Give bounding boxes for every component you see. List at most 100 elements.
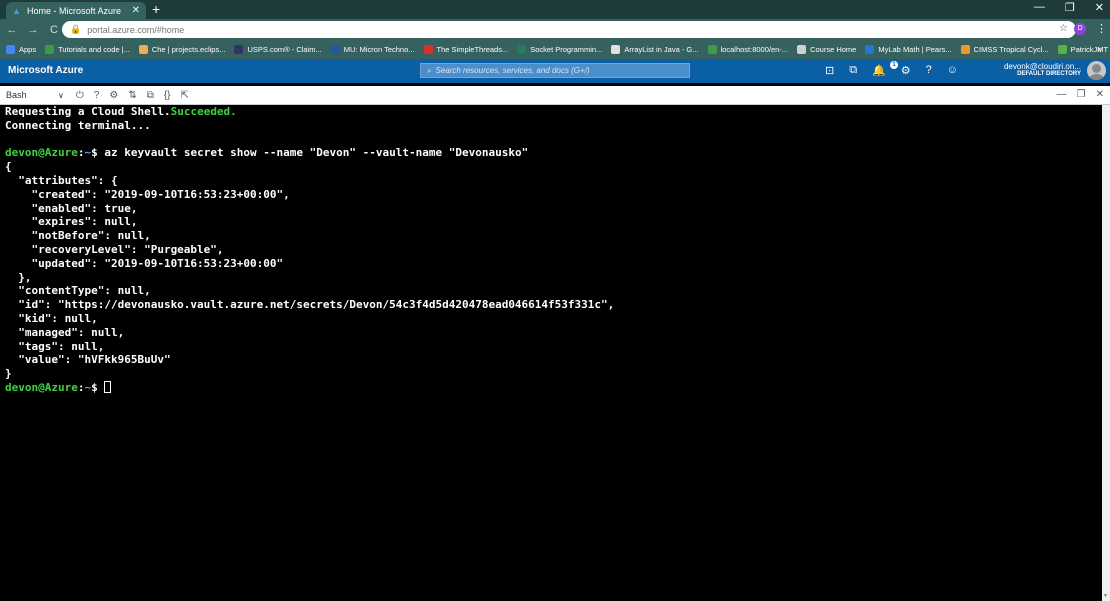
bookmark-item[interactable]: CIMSS Tropical Cycl... (960, 45, 1049, 54)
cloud-shell-icon[interactable]: ⊡ (825, 64, 834, 77)
user-avatar[interactable] (1087, 61, 1106, 80)
bookmark-favicon-icon (138, 45, 148, 54)
more-bookmarks-icon[interactable]: » (1097, 44, 1102, 54)
terminal-text: "notBefore": null, (5, 229, 151, 243)
bookmark-favicon-icon (330, 45, 340, 54)
settings-icon[interactable]: ⚙ (109, 90, 118, 101)
account-info[interactable]: devonk@cloudiri.on... DEFAULT DIRECTORY (975, 62, 1081, 77)
terminal-line: devon@Azure:~$ az keyvault secret show -… (5, 146, 1097, 160)
chevron-down-icon[interactable]: ∨ (58, 91, 64, 100)
editor-braces-icon[interactable]: {} (164, 90, 171, 101)
terminal-text: "expires": null, (5, 215, 138, 229)
bookmark-item[interactable]: Che | projects.eclips... (138, 45, 226, 54)
terminal-text: "managed": null, (5, 325, 125, 339)
bookmark-label: Apps (19, 45, 37, 54)
terminal-text: "recoveryLevel": "Purgeable", (5, 242, 224, 256)
reload-icon[interactable]: C (45, 24, 63, 36)
terminal-text: "attributes": { (5, 173, 118, 187)
bookmark-label: PatrickJMT (1070, 45, 1109, 54)
directory-filter-icon[interactable]: ⧉ (849, 64, 857, 77)
bookmark-star-icon[interactable]: ☆ (1059, 23, 1068, 34)
notifications-icon[interactable]: 🔔 (872, 64, 886, 77)
minimize-icon[interactable]: — (1057, 89, 1067, 100)
terminal-text: }, (5, 270, 32, 284)
terminal-text: devon@Azure (5, 146, 78, 160)
azure-brand[interactable]: Microsoft Azure (8, 65, 83, 76)
bookmark-label: MyLab Math | Pears... (878, 45, 952, 54)
search-placeholder: Search resources, services, and docs (G+… (435, 66, 590, 75)
help-icon[interactable]: ? (926, 64, 932, 77)
bookmark-item[interactable]: Socket Programmin... (517, 45, 602, 54)
bookmark-item[interactable]: Tutorials and code |... (45, 45, 130, 54)
terminal-text: "created": "2019-09-10T16:53:23+00:00", (5, 187, 290, 201)
restore-icon[interactable]: ❐ (1065, 1, 1075, 14)
bookmark-favicon-icon (1057, 45, 1067, 54)
forward-icon[interactable]: → (24, 24, 42, 36)
terminal-text: { (5, 160, 12, 174)
terminal-text: $ az keyvault secret show --name "Devon"… (91, 146, 529, 160)
azure-header: Microsoft Azure ⌕ Search resources, serv… (0, 59, 1110, 83)
terminal-line: Connecting terminal... (5, 119, 1097, 133)
terminal-line: "managed": null, (5, 326, 1097, 340)
terminal-line: "notBefore": null, (5, 229, 1097, 243)
bookmark-favicon-icon (423, 45, 433, 54)
browser-menu-icon[interactable]: ⋮ (1096, 22, 1107, 35)
terminal-line: "value": "hVFkk965BuUv" (5, 353, 1097, 367)
bookmark-item[interactable]: MU: Micron Techno... (330, 45, 415, 54)
bookmark-item[interactable]: ArrayList in Java - G... (611, 45, 699, 54)
browser-tab-strip: ▲ Home - Microsoft Azure ✕ + — ❐ ✕ (0, 0, 1110, 19)
help-icon[interactable]: ? (94, 90, 100, 101)
bookmark-label: Che | projects.eclips... (151, 45, 226, 54)
terminal-line: }, (5, 271, 1097, 285)
minimize-icon[interactable]: — (1034, 1, 1045, 14)
profile-avatar[interactable]: D (1074, 23, 1086, 35)
terminal-line: "created": "2019-09-10T16:53:23+00:00", (5, 188, 1097, 202)
shell-type-select[interactable]: Bash (6, 90, 46, 100)
azure-search-input[interactable]: ⌕ Search resources, services, and docs (… (420, 63, 690, 78)
bookmark-item[interactable]: USPS.com® - Claim... (234, 45, 322, 54)
maximize-icon[interactable]: ❐ (1077, 89, 1086, 100)
feedback-icon[interactable]: ☺ (947, 64, 958, 77)
bookmark-item[interactable]: The SimpleThreads... (423, 45, 508, 54)
browser-tab[interactable]: ▲ Home - Microsoft Azure ✕ (6, 2, 146, 19)
terminal-line: "attributes": { (5, 174, 1097, 188)
bookmark-favicon-icon (865, 45, 875, 54)
close-tab-icon[interactable]: ✕ (132, 5, 140, 16)
bookmark-favicon-icon (611, 45, 621, 54)
terminal-text: "id": "https://devonausko.vault.azure.ne… (5, 298, 615, 312)
new-tab-icon[interactable]: + (152, 1, 160, 17)
terminal-output[interactable]: Requesting a Cloud Shell.Succeeded. Conne… (0, 105, 1102, 601)
terminal-text: "contentType": null, (5, 284, 151, 298)
close-icon[interactable]: ✕ (1096, 89, 1104, 100)
address-bar[interactable]: 🔒 portal.azure.com/#home ☆ (62, 21, 1076, 38)
shell-window-controls: — ❐ ✕ (1057, 89, 1104, 100)
account-directory: DEFAULT DIRECTORY (1017, 71, 1081, 77)
settings-icon[interactable]: ⚙ (901, 64, 911, 77)
bookmark-label: USPS.com® - Claim... (247, 45, 322, 54)
terminal-line: "updated": "2019-09-10T16:53:23+00:00" (5, 257, 1097, 271)
upload-download-icon[interactable]: ⇅ (128, 90, 136, 101)
scroll-down-icon[interactable]: ▼ (1103, 593, 1108, 599)
new-session-icon[interactable]: ⧉ (147, 90, 154, 101)
terminal-scrollbar[interactable]: ▼ (1102, 105, 1110, 601)
terminal-text: "enabled": true, (5, 201, 138, 215)
bookmark-item[interactable]: localhost:8000/en-... (707, 45, 789, 54)
shell-toolbar-icons: ⏻ ? ⚙ ⇅ ⧉ {} ⇱ (76, 90, 189, 101)
terminal-line: { (5, 160, 1097, 174)
bookmark-label: Socket Programmin... (530, 45, 603, 54)
power-restart-icon[interactable]: ⏻ (76, 90, 84, 101)
terminal-line: devon@Azure:~$ (5, 380, 1097, 395)
bookmark-item[interactable]: MyLab Math | Pears... (865, 45, 952, 54)
close-window-icon[interactable]: ✕ (1095, 1, 1104, 14)
bookmark-favicon-icon (517, 45, 527, 54)
bookmark-item[interactable]: Course Home (797, 45, 856, 54)
back-icon[interactable]: ← (3, 24, 21, 36)
terminal-text: Requesting a Cloud Shell. (5, 105, 171, 118)
terminal-text: "value": "hVFkk965BuUv" (5, 353, 171, 367)
web-preview-icon[interactable]: ⇱ (181, 90, 189, 101)
bookmark-label: localhost:8000/en-... (720, 45, 789, 54)
terminal-line: "enabled": true, (5, 202, 1097, 216)
bookmark-item[interactable]: Apps (6, 45, 36, 54)
window-controls: — ❐ ✕ (1034, 1, 1104, 14)
bookmarks-bar: Apps Tutorials and code |... Che | project… (0, 40, 1110, 59)
